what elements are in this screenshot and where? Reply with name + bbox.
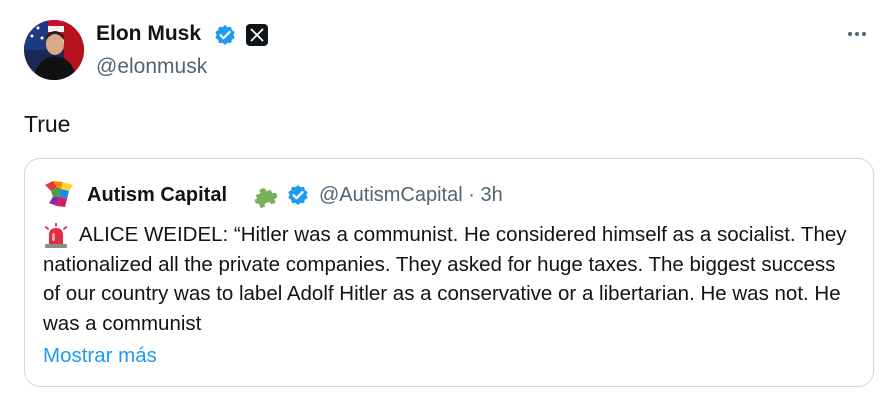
dot-icon [855, 32, 859, 36]
verified-badge-icon[interactable] [214, 24, 236, 46]
rainbow-puzzle-avatar-icon[interactable] [43, 179, 77, 209]
dot-icon [862, 32, 866, 36]
quoted-author-name[interactable]: Autism Capital [87, 182, 227, 208]
more-options-button[interactable] [842, 22, 872, 46]
tweet[interactable]: Elon Musk @elonmusk True Autism Capital … [0, 0, 896, 406]
quoted-handle-time[interactable]: @AutismCapital · 3h [319, 182, 503, 208]
author-name[interactable]: Elon Musk [96, 20, 201, 48]
x-logo-icon[interactable] [246, 24, 268, 46]
tweet-text: True [24, 111, 71, 137]
puzzle-piece-icon [253, 184, 278, 209]
avatar[interactable] [24, 20, 84, 80]
quoted-tweet-text: ALICE WEIDEL: “Hitler was a communist. H… [43, 223, 847, 335]
quoted-tweet-card[interactable]: Autism Capital @AutismCapital · 3h ALICE… [24, 158, 874, 387]
author-handle[interactable]: @elonmusk [96, 54, 207, 80]
verified-badge-icon[interactable] [287, 184, 309, 206]
dot-icon [848, 32, 852, 36]
show-more-link[interactable]: Mostrar más [43, 343, 157, 369]
